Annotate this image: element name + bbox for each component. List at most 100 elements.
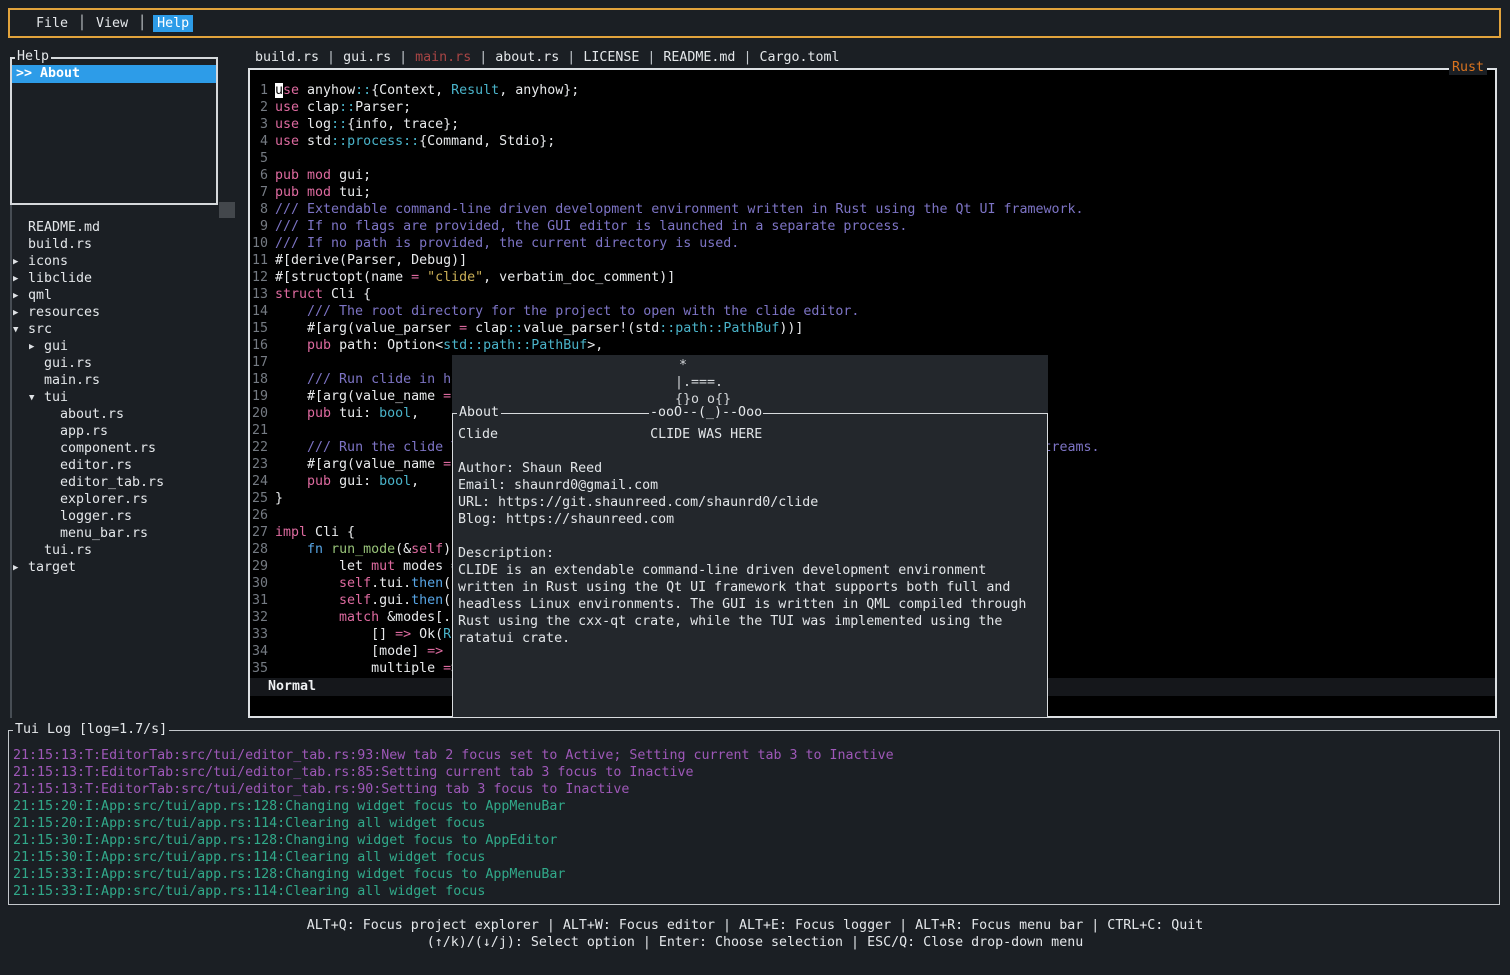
code-line: 13struct Cli { <box>250 286 1495 303</box>
about-popup-line: Clide CLIDE WAS HERE <box>458 426 1047 443</box>
menu-separator: │ <box>77 16 87 31</box>
tab-separator: | <box>391 50 415 65</box>
line-number: 26 <box>250 507 268 524</box>
tree-item-gui.rs[interactable]: gui.rs <box>0 355 246 372</box>
about-popup-line <box>458 528 1047 545</box>
editor-tab-bar: build.rs | gui.rs | main.rs | about.rs |… <box>255 49 840 67</box>
line-number: 32 <box>250 609 268 626</box>
line-number: 12 <box>250 269 268 286</box>
tab-gui.rs[interactable]: gui.rs <box>343 50 391 65</box>
tab-Cargo.toml[interactable]: Cargo.toml <box>759 50 839 65</box>
tab-main.rs[interactable]: main.rs <box>415 50 471 65</box>
tree-item-label: app.rs <box>60 423 108 440</box>
tui-log-panel: Tui Log [log=1.7/s] 21:15:13:T:EditorTab… <box>8 730 1500 905</box>
tree-item-README.md[interactable]: README.md <box>0 219 246 236</box>
chevron-down-icon: ▼ <box>29 390 34 407</box>
line-number: 16 <box>250 337 268 354</box>
about-popup-line: written in Rust using the Qt UI framewor… <box>458 579 1047 596</box>
tree-item-app.rs[interactable]: app.rs <box>0 423 246 440</box>
tab-README.md[interactable]: README.md <box>663 50 735 65</box>
line-number: 4 <box>250 133 268 150</box>
chevron-right-icon: ▶ <box>29 339 34 356</box>
line-number: 6 <box>250 167 268 184</box>
tree-item-qml[interactable]: ▶ qml <box>0 287 246 304</box>
tree-item-src[interactable]: ▼src <box>0 321 246 338</box>
tree-item-tui.rs[interactable]: tui.rs <box>0 542 246 559</box>
code-line: 12#[structopt(name = "clide", verbatim_d… <box>250 269 1495 286</box>
project-explorer-tree: README.mdbuild.rs▶icons▶libclide▶qml▶res… <box>0 219 246 576</box>
tree-item-icons[interactable]: ▶icons <box>0 253 246 270</box>
tree-item-tui[interactable]: ▼tui <box>0 389 246 406</box>
line-number: 34 <box>250 643 268 660</box>
tree-item-editor_tab.rs[interactable]: editor_tab.rs <box>0 474 246 491</box>
tree-item-libclide[interactable]: ▶libclide <box>0 270 246 287</box>
chevron-right-icon: ▶ <box>13 288 18 305</box>
log-entry: 21:15:13:T:EditorTab:src/tui/editor_tab.… <box>13 764 1495 781</box>
tree-item-main.rs[interactable]: main.rs <box>0 372 246 389</box>
code-line-text: #[derive(Parser, Debug)] <box>275 252 467 269</box>
menu-item-file[interactable]: File <box>27 16 77 31</box>
tree-item-label: build.rs <box>28 236 92 253</box>
menu-item-view[interactable]: View <box>87 16 137 31</box>
help-dropdown: Help >> About <box>10 57 218 205</box>
tab-build.rs[interactable]: build.rs <box>255 50 319 65</box>
line-number: 23 <box>250 456 268 473</box>
code-line: 2use clap::Parser; <box>250 99 1495 116</box>
code-line: 1 use anyhow::{Context, Result, anyhow}; <box>250 82 1495 99</box>
ascii-art-line: |.===. <box>675 374 1048 391</box>
tree-item-logger.rs[interactable]: logger.rs <box>0 508 246 525</box>
code-line-text: use log::{info, trace}; <box>275 116 459 133</box>
line-number: 27 <box>250 524 268 541</box>
tree-item-label: component.rs <box>60 440 156 457</box>
tree-item-resources[interactable]: ▶resources <box>0 304 246 321</box>
menu-item-help[interactable]: Help <box>153 15 193 32</box>
tree-item-label: target <box>28 559 76 576</box>
tab-separator: | <box>735 50 759 65</box>
code-line-text: /// Extendable command-line driven devel… <box>275 201 1084 218</box>
tree-item-about.rs[interactable]: about.rs <box>0 406 246 423</box>
line-number: 1 <box>250 82 268 99</box>
line-number: 8 <box>250 201 268 218</box>
code-line-text: /// The root directory for the project t… <box>275 303 859 320</box>
help-menu-item-about[interactable]: >> About <box>12 65 216 83</box>
tree-item-label: qml <box>28 287 52 304</box>
tree-item-label: README.md <box>28 219 100 236</box>
line-number: 35 <box>250 660 268 677</box>
tree-item-label: logger.rs <box>60 508 132 525</box>
keybind-help-line-1: ALT+Q: Focus project explorer | ALT+W: F… <box>0 917 1510 934</box>
code-line-text: pub gui: bool, <box>275 473 419 490</box>
code-line-text: use anyhow::{Context, Result, anyhow}; <box>275 82 579 99</box>
code-line: 8 /// Extendable command-line driven deve… <box>250 201 1495 218</box>
code-line: 16 pub path: Option<std::path::PathBuf>, <box>250 337 1495 354</box>
tree-item-build.rs[interactable]: build.rs <box>0 236 246 253</box>
tree-item-target[interactable]: ▶ target <box>0 559 246 576</box>
about-popup-line: CLIDE is an extendable command-line driv… <box>458 562 1047 579</box>
clide-tui-window: File│View│Help build.rs | gui.rs | main.… <box>0 0 1510 975</box>
tree-item-menu_bar.rs[interactable]: menu_bar.rs <box>0 525 246 542</box>
explorer-scrollbar-thumb[interactable] <box>219 202 235 218</box>
tree-item-component.rs[interactable]: component.rs <box>0 440 246 457</box>
tree-item-editor.rs[interactable]: editor.rs <box>0 457 246 474</box>
code-line-text: struct Cli { <box>275 286 371 303</box>
chevron-right-icon: ▶ <box>13 560 18 577</box>
tab-LICENSE[interactable]: LICENSE <box>583 50 639 65</box>
tree-item-label: gui <box>44 338 68 355</box>
tree-item-label: libclide <box>28 270 92 287</box>
code-line: 9/// If no flags are provided, the GUI e… <box>250 218 1495 235</box>
tab-about.rs[interactable]: about.rs <box>495 50 559 65</box>
line-number: 31 <box>250 592 268 609</box>
about-popup: About -ooO--(_)--Ooo Clide CLIDE WAS HER… <box>452 413 1048 718</box>
tab-separator: | <box>559 50 583 65</box>
code-line: 6pub mod gui; <box>250 167 1495 184</box>
code-line: 14 /// The root directory for the projec… <box>250 303 1495 320</box>
about-popup-line <box>458 443 1047 460</box>
log-entry: 21:15:20:I:App:src/tui/app.rs:114:Cleari… <box>13 815 1495 832</box>
line-number: 20 <box>250 405 268 422</box>
tree-item-label: menu_bar.rs <box>60 525 148 542</box>
code-line-text: pub mod tui; <box>275 184 371 201</box>
tree-item-gui[interactable]: ▶ gui <box>0 338 246 355</box>
about-popup-line: Email: shaunrd0@gmail.com <box>458 477 1047 494</box>
log-entry: 21:15:30:I:App:src/tui/app.rs:114:Cleari… <box>13 849 1495 866</box>
about-popup-line: Author: Shaun Reed <box>458 460 1047 477</box>
tree-item-explorer.rs[interactable]: explorer.rs <box>0 491 246 508</box>
